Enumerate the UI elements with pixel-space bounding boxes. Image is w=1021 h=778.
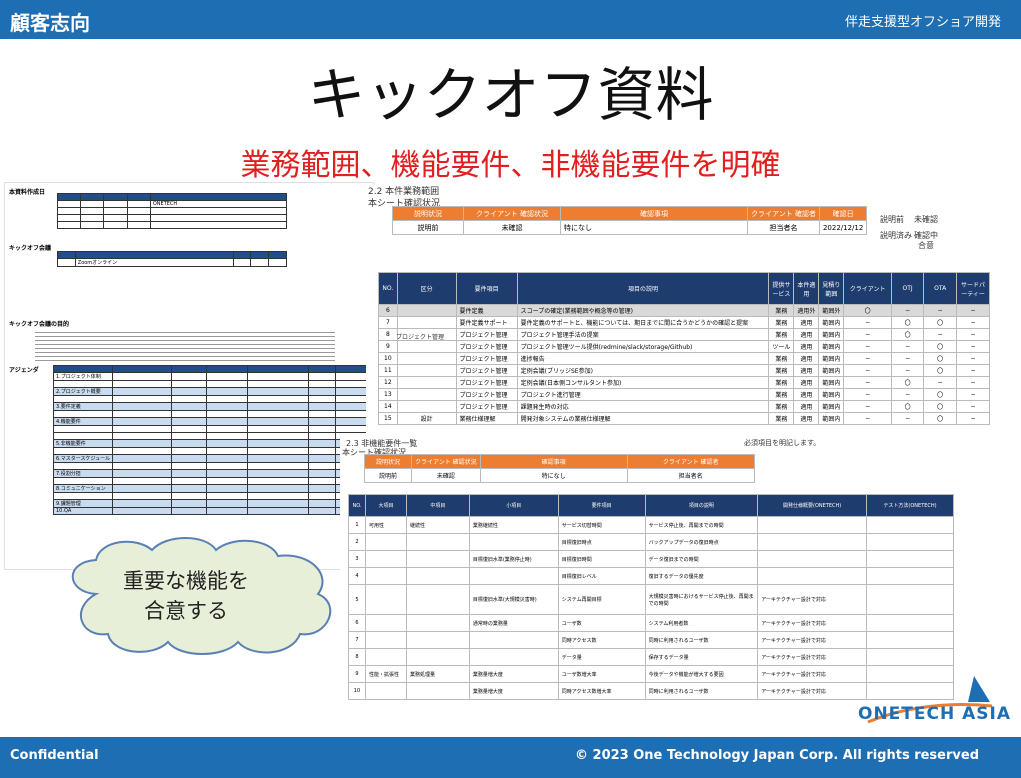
scope-table-row: 14 プロジェクト管理 課題発生時の対応 業務 適用 範囲内 − 〇〇 − <box>378 400 990 413</box>
header-bar: 顧客志向 伴走支援型オフショア開発 <box>0 0 1021 39</box>
nfr-table-row: 3 目標復旧水準(業務停止時) 目標復旧時間 データ復旧までの時間 <box>348 550 954 568</box>
scope-table-row: 6 要件定義 スコープの確定(業務範囲や概念等の管理) 業務 適用外 範囲外〇 − − − <box>378 304 990 317</box>
onetech-cell: ONETECH <box>149 200 288 208</box>
purpose-text-lines <box>35 329 335 363</box>
scope-table-row: 10 プロジェクト管理 進捗報告 業務 適用 範囲内 − − 〇 − <box>378 352 990 365</box>
section-agenda: アジェンダ <box>9 367 39 374</box>
scope-table: NO. 区分 要件項目 項目の説明 提供サービス 本件適用 見積り範囲 クライア… <box>378 272 990 425</box>
nfr-table-row: 5 目標復旧水準(大規模災害時) システム再開目標 大規模災害時におけるサービス停止後… <box>348 584 954 615</box>
slide-subtitle: 業務範囲、機能要件、非機能要件を明確 <box>240 148 781 183</box>
cloud-callout-text: 重要な機能を 合意する <box>123 569 249 623</box>
scope-table-row: 13 プロジェクト管理 プロジェクト進行管理 業務 適用 範囲内 − − 〇 − <box>378 388 990 401</box>
legend-2a: 説明済み <box>880 231 912 240</box>
nfr-table-row: 7 同時アクセス数 同時に利用されるユーザ数 アーキテクチャー設計で対応 <box>348 631 954 649</box>
scope-table-row: 9 プロジェクト管理 プロジェクト管理ツール提供(redmine/slack/sto… <box>378 340 990 353</box>
section-meeting-purpose: キックオフ会議の目的 <box>9 321 70 328</box>
nfr-table-row: 2 目標復旧時点 バックアップデータの復旧時点 <box>348 533 954 551</box>
nfr-status-table: 説明状況 クライアント 確認状況 確認事項 クライアント 確認者 説明前 未確認… <box>364 454 755 483</box>
scope-table-row: 15 設計 業務仕様理解 開発対象システムの業務仕様理解 業務 適用 範囲内 − − 〇 − <box>378 412 990 425</box>
scope-group-label: プロジェクト管理 <box>396 334 445 341</box>
meeting-table: Zoomオンライン <box>57 251 287 267</box>
scope-table-row: 11 プロジェクト管理 定例会議(ブリッジSE参加) 業務 適用 範囲内 − − 〇 − <box>378 364 990 377</box>
nfr-side-note: 必須項目を明記します。 <box>744 439 821 447</box>
logo-text: ONETECH ASIA <box>858 704 1012 724</box>
footer-copyright: © 2023 One Technology Japan Corp. All ri… <box>575 748 979 763</box>
section-kickoff-meeting: キックオフ会議 <box>9 245 52 252</box>
footer-bar: Confidential © 2023 One Technology Japan… <box>0 737 1021 778</box>
legend-1b: 未確認 <box>914 215 938 224</box>
nfr-table: NO. 大項目 中項目 小項目 要件項目 項目の説明 開発仕様概要(ONETEC… <box>348 494 954 700</box>
scope-status-table: 説明状況 クライアント 確認状況 確認事項 クライアント 確認者 確認日 説明前… <box>392 206 868 235</box>
section-created-date: 本資料作成日 <box>9 189 46 196</box>
header-brand: 顧客志向 <box>10 11 90 35</box>
created-date-table: ONETECH <box>56 193 288 229</box>
footer-confidential: Confidential <box>10 748 99 763</box>
header-tagline: 伴走支援型オフショア開発 <box>844 15 1001 30</box>
scope-table-row: 8 プロジェクト管理 プロジェクト管理手法の提案 業務 適用 範囲内 − 〇 − − <box>378 328 990 341</box>
nfr-table-row: 6 通常時の業務量 ユーザ数 システム利用者数 アーキテクチャー設計で対応 <box>348 614 954 632</box>
kickoff-sheet-thumbnail: 本資料作成日 ONETECH キックオフ会議 Zoomオンライン キックオフ会議… <box>4 182 374 570</box>
legend-1a: 説明前 <box>880 215 904 224</box>
scope-table-row: 7 要件定義サポート 要件定義のサポートと、機能については、期日までに間に合うかどう… <box>378 316 990 329</box>
zoom-cell: Zoomオンライン <box>74 258 234 267</box>
scope-table-row: 12 プロジェクト管理 定例会議(日本側コンサルタント参加) 業務 適用 範囲内 − 〇 − − <box>378 376 990 389</box>
nfr-table-row: 4 目標復旧レベル 復旧するデータの優先度 <box>348 567 954 585</box>
legend-3b: 合意 <box>918 241 934 250</box>
agenda-table: 1.プロジェクト体制 2.プロジェクト概要 3.要件定義 4.機能要件 5.非機… <box>52 365 371 515</box>
nfr-table-row: 8 データ量 保存するデータ量 アーキテクチャー設計で対応 <box>348 648 954 666</box>
nfr-table-row: 1 可用性 継続性 業務継続性 サービス切替時間 サービス停止後、再開までの時間 <box>348 516 954 534</box>
scope-sheet-thumbnail: 2.2 本件業務範囲 本シート確認状況 説明状況 クライアント 確認状況 確認事… <box>366 184 990 444</box>
slide-title: キックオフ資料 <box>307 61 714 129</box>
